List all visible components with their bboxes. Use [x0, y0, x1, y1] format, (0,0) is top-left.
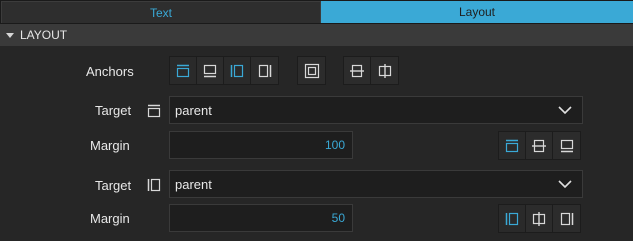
- target-value-horizontal: parent: [175, 176, 212, 192]
- caret-down-icon[interactable]: [6, 32, 14, 38]
- align-vertical-center-icon: [532, 139, 546, 152]
- anchor-top-icon: [176, 64, 190, 77]
- target-select-horizontal[interactable]: parent: [169, 170, 583, 198]
- anchor-horizontal-center-icon: [378, 63, 391, 78]
- anchor-bottom-icon: [203, 64, 217, 77]
- align-top-button[interactable]: [499, 132, 526, 159]
- align-right-icon: [560, 212, 573, 225]
- target-value-vertical: parent: [175, 102, 212, 118]
- align-top-icon: [505, 139, 519, 152]
- align-left-icon: [505, 212, 519, 225]
- anchors-label: Anchors: [86, 64, 134, 79]
- align-horizontal-center-icon: [532, 211, 546, 226]
- layout-section-header[interactable]: LAYOUT: [0, 24, 633, 46]
- align-left-button[interactable]: [499, 205, 526, 232]
- margin-value-horizontal: 50: [331, 211, 345, 225]
- margin-input-vertical[interactable]: 100: [169, 131, 353, 159]
- anchor-fill-group: [297, 56, 326, 85]
- anchor-left-icon: [230, 64, 244, 77]
- anchor-vertical-center-icon: [350, 64, 364, 77]
- margin-label-horizontal: Margin: [90, 211, 130, 226]
- tab-bar: Text Layout: [0, 0, 633, 24]
- chevron-down-icon: [558, 180, 572, 189]
- tab-layout[interactable]: Layout: [321, 1, 633, 23]
- vertical-align-buttons: [498, 131, 581, 160]
- anchor-vertical-center-button[interactable]: [344, 57, 371, 84]
- anchor-left-button[interactable]: [224, 57, 251, 84]
- anchor-top-icon: [147, 104, 161, 118]
- anchor-right-button[interactable]: [251, 57, 278, 84]
- tab-text[interactable]: Text: [1, 1, 321, 23]
- align-horizontal-center-button[interactable]: [526, 205, 553, 232]
- section-title: LAYOUT: [20, 28, 68, 42]
- anchor-horizontal-center-button[interactable]: [371, 57, 398, 84]
- margin-value-vertical: 100: [324, 138, 345, 152]
- anchor-fill-button[interactable]: [298, 57, 325, 84]
- anchor-fill-icon: [304, 63, 319, 78]
- chevron-down-icon: [558, 106, 572, 115]
- anchor-left-icon: [147, 178, 161, 192]
- target-label-horizontal: Target: [95, 178, 132, 193]
- target-select-vertical[interactable]: parent: [169, 96, 583, 124]
- horizontal-align-buttons: [498, 204, 581, 233]
- anchor-center-buttons: [343, 56, 399, 85]
- anchor-right-icon: [258, 64, 271, 77]
- align-vertical-center-button[interactable]: [526, 132, 553, 159]
- align-bottom-button[interactable]: [553, 132, 580, 159]
- margin-input-horizontal[interactable]: 50: [169, 204, 353, 232]
- align-right-button[interactable]: [553, 205, 580, 232]
- anchor-edge-buttons: [169, 56, 279, 85]
- align-bottom-icon: [560, 139, 573, 152]
- anchor-bottom-button[interactable]: [197, 57, 224, 84]
- margin-label-vertical: Margin: [90, 138, 130, 153]
- target-label-vertical: Target: [95, 103, 132, 118]
- anchor-top-button[interactable]: [170, 57, 197, 84]
